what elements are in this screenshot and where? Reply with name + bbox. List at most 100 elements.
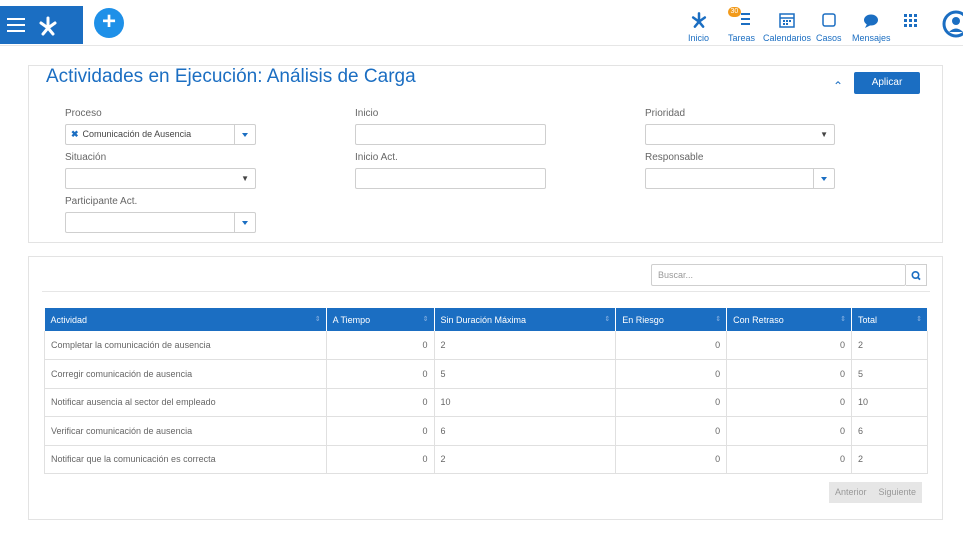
sort-icon: ⇕ (715, 316, 722, 323)
col-actividad[interactable]: Actividad ⇕ (44, 308, 327, 331)
cell-con-retraso: 0 (726, 359, 853, 389)
cell-sin-duracion[interactable]: 10 (434, 388, 617, 417)
cell-sin-duracion[interactable]: 2 (434, 445, 617, 474)
inicio-label: Inicio (355, 108, 379, 119)
nav-mensajes-label: Mensajes (852, 33, 891, 43)
user-avatar-icon[interactable] (942, 8, 963, 40)
cell-en-riesgo: 0 (615, 388, 728, 417)
proceso-field[interactable]: ✖ Comunicación de Ausencia (65, 124, 256, 145)
previous-page-button[interactable]: Anterior (829, 482, 873, 503)
caret-down-icon: ▼ (820, 130, 828, 139)
cell-en-riesgo: 0 (615, 331, 728, 360)
apply-button[interactable]: Aplicar (854, 72, 920, 94)
proceso-dropdown-button[interactable] (234, 124, 255, 145)
caret-down-icon: ▼ (241, 174, 249, 183)
search-button[interactable] (906, 264, 927, 286)
cell-actividad: Notificar ausencia al sector del emplead… (44, 388, 327, 417)
divider (42, 291, 930, 292)
new-case-button[interactable]: + (94, 8, 124, 38)
calendar-icon (779, 13, 795, 28)
col-sin-duracion[interactable]: Sin Duración Máxima ⇕ (434, 308, 617, 331)
results-panel: Buscar... Actividad ⇕ A Tiempo ⇕ Sin Durac… (28, 256, 943, 520)
nav-apps[interactable] (904, 10, 918, 30)
situacion-select[interactable]: ▼ (65, 168, 256, 189)
sort-icon: ⇕ (314, 316, 321, 323)
col-con-retraso-label: Con Retraso (733, 314, 784, 325)
table-row[interactable]: Completar la comunicación de ausencia 0 … (44, 331, 928, 360)
cell-sin-duracion[interactable]: 6 (434, 416, 617, 446)
cell-actividad: Corregir comunicación de ausencia (44, 359, 327, 389)
inicio-input[interactable] (355, 124, 546, 145)
search-icon (911, 271, 921, 281)
search-input[interactable]: Buscar... (651, 264, 906, 286)
cell-sin-duracion[interactable]: 5 (434, 359, 617, 389)
proceso-chip[interactable]: ✖ Comunicación de Ausencia (71, 129, 191, 140)
chat-icon (864, 14, 879, 28)
cell-actividad: Completar la comunicación de ausencia (44, 331, 327, 360)
cell-con-retraso: 0 (726, 445, 853, 474)
inicio-act-label: Inicio Act. (355, 152, 398, 163)
filter-panel: Actividades en Ejecución: Análisis de Ca… (28, 65, 943, 243)
brand-block (0, 6, 83, 44)
proceso-value: Comunicación de Ausencia (82, 129, 192, 139)
table-row[interactable]: Verificar comunicación de ausencia 0 6 0… (44, 416, 928, 446)
col-con-retraso[interactable]: Con Retraso ⇕ (726, 308, 853, 331)
col-en-riesgo[interactable]: En Riesgo ⇕ (615, 308, 728, 331)
nav-casos[interactable]: Casos (816, 10, 842, 43)
col-a-tiempo[interactable]: A Tiempo ⇕ (326, 308, 435, 331)
sort-icon: ⇕ (840, 316, 847, 323)
col-total-label: Total (858, 314, 878, 325)
col-a-tiempo-label: A Tiempo (332, 314, 371, 325)
nav-tareas-label: Tareas (728, 33, 756, 43)
cell-actividad: Notificar que la comunicación es correct… (44, 445, 327, 474)
proceso-label: Proceso (65, 108, 102, 119)
cell-total[interactable]: 10 (851, 388, 928, 417)
responsable-label: Responsable (645, 152, 704, 163)
cell-sin-duracion[interactable]: 2 (434, 331, 617, 360)
nav-inicio[interactable]: Inicio (688, 10, 709, 43)
nav-calendarios-label: Calendarios (763, 33, 812, 43)
table-row[interactable]: Notificar ausencia al sector del emplead… (44, 388, 928, 417)
process-icon (691, 12, 706, 28)
cell-total[interactable]: 2 (851, 331, 928, 360)
page-title: Actividades en Ejecución: Análisis de Ca… (46, 66, 416, 87)
remove-chip-icon[interactable]: ✖ (71, 129, 79, 139)
col-total[interactable]: Total ⇕ (851, 308, 928, 331)
cell-actividad: Verificar comunicación de ausencia (44, 416, 327, 446)
table-row[interactable]: Notificar que la comunicación es correct… (44, 445, 928, 474)
nav-mensajes[interactable]: Mensajes (852, 10, 891, 43)
cases-icon (822, 13, 836, 27)
cell-total[interactable]: 2 (851, 445, 928, 474)
col-actividad-label: Actividad (50, 314, 88, 325)
nav-calendarios[interactable]: Calendarios (763, 10, 811, 43)
participante-label: Participante Act. (65, 196, 138, 207)
top-bar: + Inicio 30 Tareas Calendarios Casos Men… (0, 0, 963, 46)
tasks-badge: 30 (727, 7, 742, 17)
col-en-riesgo-label: En Riesgo (622, 314, 664, 325)
nav-tareas[interactable]: 30 Tareas (727, 7, 756, 43)
responsable-field[interactable] (645, 168, 835, 189)
inicio-act-input[interactable] (355, 168, 546, 189)
cell-total[interactable]: 5 (851, 359, 928, 389)
menu-icon[interactable] (7, 18, 25, 32)
cell-con-retraso: 0 (726, 416, 853, 446)
prioridad-select[interactable]: ▼ (645, 124, 835, 145)
cell-total[interactable]: 6 (851, 416, 928, 446)
cell-en-riesgo: 0 (615, 445, 728, 474)
table-row[interactable]: Corregir comunicación de ausencia 0 5 0 … (44, 359, 928, 389)
sort-icon: ⇕ (604, 316, 611, 323)
responsable-dropdown-button[interactable] (813, 168, 834, 189)
chevron-up-icon[interactable]: ⌃ (833, 79, 843, 93)
pager: Anterior Siguiente (829, 482, 923, 503)
next-page-button[interactable]: Siguiente (873, 482, 923, 503)
col-sin-duracion-label: Sin Duración Máxima (440, 314, 527, 325)
activities-table: Actividad ⇕ A Tiempo ⇕ Sin Duración Máxima… (44, 308, 928, 474)
prioridad-label: Prioridad (645, 108, 686, 119)
process-logo-icon[interactable] (36, 14, 60, 36)
situacion-label: Situación (65, 152, 107, 163)
participante-field[interactable] (65, 212, 256, 233)
participante-dropdown-button[interactable] (234, 212, 255, 233)
cell-a-tiempo: 0 (326, 416, 435, 446)
sort-icon: ⇕ (422, 316, 429, 323)
cell-en-riesgo: 0 (615, 416, 728, 446)
